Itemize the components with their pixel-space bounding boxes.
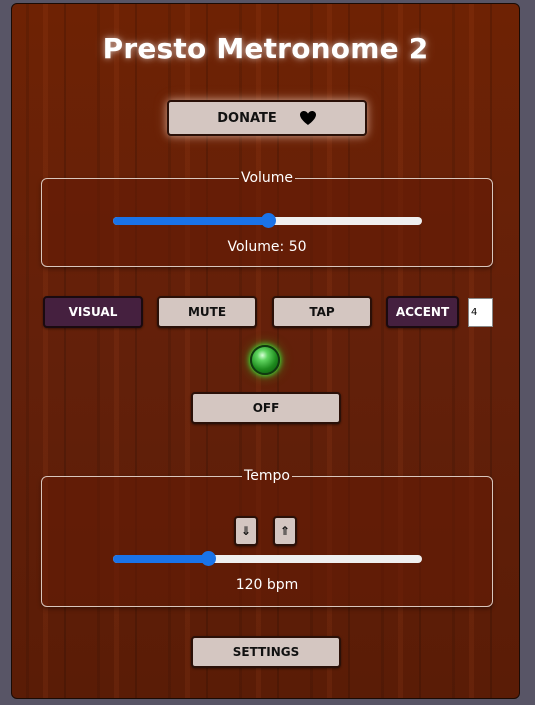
donate-label: DONATE — [217, 110, 277, 126]
settings-button[interactable]: SETTINGS — [191, 636, 341, 668]
donate-button[interactable]: DONATE — [167, 100, 367, 136]
heart-icon — [299, 110, 317, 126]
green-led-icon — [250, 345, 280, 375]
tempo-readout: 120 bpm — [235, 577, 299, 593]
volume-panel: Volume Volume: 50 — [41, 170, 493, 267]
tempo-legend: Tempo — [244, 468, 290, 484]
mute-button[interactable]: MUTE — [157, 296, 257, 328]
volume-slider-thumb[interactable] — [260, 213, 276, 228]
app-title: Presto Metronome 2 — [102, 32, 429, 65]
volume-legend: Volume — [240, 170, 294, 186]
tempo-slider-thumb[interactable] — [201, 551, 217, 566]
volume-slider[interactable] — [113, 213, 422, 228]
tempo-up-button[interactable]: ⇑ — [273, 516, 297, 546]
tap-button[interactable]: TAP — [272, 296, 372, 328]
metronome-app: Presto Metronome 2 DONATE Volume Volume:… — [11, 3, 520, 699]
volume-slider-fill — [113, 217, 268, 225]
tempo-down-button[interactable]: ⇓ — [234, 516, 258, 546]
visual-button[interactable]: VISUAL — [43, 296, 143, 328]
arrow-down-icon: ⇓ — [240, 524, 252, 538]
accent-beats-input[interactable]: 4 — [468, 298, 493, 327]
tempo-panel: Tempo ⇓ ⇑ 120 bpm — [41, 468, 493, 607]
volume-readout: Volume: 50 — [227, 239, 307, 255]
tempo-slider[interactable] — [113, 551, 422, 566]
arrow-up-icon: ⇑ — [279, 524, 291, 538]
off-button[interactable]: OFF — [191, 392, 341, 424]
tempo-slider-fill — [113, 555, 209, 563]
accent-button[interactable]: ACCENT — [386, 296, 459, 328]
